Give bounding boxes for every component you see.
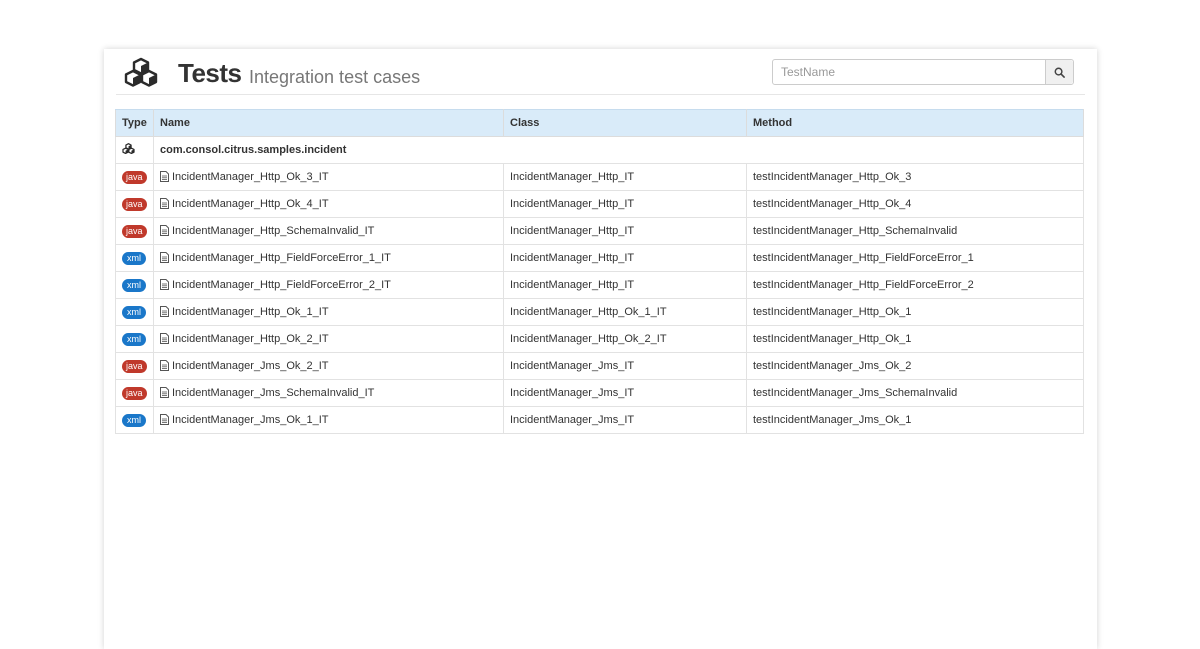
column-header-type[interactable]: Type <box>115 109 154 137</box>
name-cell: IncidentManager_Jms_Ok_1_IT <box>153 406 504 434</box>
class-cell: IncidentManager_Http_IT <box>503 163 747 191</box>
test-name[interactable]: IncidentManager_Http_FieldForceError_2_I… <box>172 279 391 291</box>
type-badge: java <box>122 224 147 238</box>
search-icon <box>1054 67 1065 78</box>
class-cell: IncidentManager_Http_IT <box>503 190 747 218</box>
test-name[interactable]: IncidentManager_Http_Ok_2_IT <box>172 333 329 345</box>
file-icon <box>160 333 169 344</box>
file-icon <box>160 279 169 290</box>
class-cell: IncidentManager_Jms_IT <box>503 379 747 407</box>
type-cell: xml <box>115 271 154 299</box>
file-icon <box>160 171 169 182</box>
type-cell: java <box>115 163 154 191</box>
method-cell: testIncidentManager_Http_Ok_1 <box>746 298 1084 326</box>
package-name: com.consol.citrus.samples.incident <box>153 136 1084 164</box>
table-row[interactable]: xml IncidentManager_Http_Ok_2_IT IncidentM… <box>115 325 1084 353</box>
page-header: Tests Integration test cases <box>116 49 1085 95</box>
type-badge: xml <box>122 332 146 346</box>
tests-panel: Tests Integration test cases Type Name C… <box>104 49 1097 649</box>
class-cell: IncidentManager_Http_Ok_2_IT <box>503 325 747 353</box>
class-cell: IncidentManager_Http_IT <box>503 244 747 272</box>
type-cell: java <box>115 352 154 380</box>
table-row[interactable]: java IncidentManager_Jms_Ok_2_IT IncidentM… <box>115 352 1084 380</box>
type-badge: xml <box>122 413 146 427</box>
table-row[interactable]: java IncidentManager_Http_Ok_4_IT Incident… <box>115 190 1084 218</box>
table-row[interactable]: java IncidentManager_Http_Ok_3_IT Incident… <box>115 163 1084 191</box>
type-cell: xml <box>115 325 154 353</box>
name-cell: IncidentManager_Http_FieldForceError_2_I… <box>153 271 504 299</box>
name-cell: IncidentManager_Http_Ok_3_IT <box>153 163 504 191</box>
name-cell: IncidentManager_Http_Ok_4_IT <box>153 190 504 218</box>
cubes-icon <box>122 143 135 155</box>
method-cell: testIncidentManager_Jms_SchemaInvalid <box>746 379 1084 407</box>
test-name[interactable]: IncidentManager_Jms_SchemaInvalid_IT <box>172 387 374 399</box>
table-row[interactable]: xml IncidentManager_Jms_Ok_1_IT IncidentMa… <box>115 406 1084 434</box>
search-input[interactable] <box>773 60 1045 84</box>
class-cell: IncidentManager_Http_IT <box>503 271 747 299</box>
table-row[interactable]: java IncidentManager_Jms_SchemaInvalid_IT… <box>115 379 1084 407</box>
method-cell: testIncidentManager_Http_FieldForceError… <box>746 244 1084 272</box>
type-badge: java <box>122 359 147 373</box>
type-cell: java <box>115 190 154 218</box>
name-cell: IncidentManager_Jms_SchemaInvalid_IT <box>153 379 504 407</box>
file-icon <box>160 198 169 209</box>
table-header-row: Type Name Class Method <box>115 109 1084 137</box>
tests-table: Type Name Class Method com.consol.citrus… <box>115 109 1084 434</box>
type-cell: xml <box>115 406 154 434</box>
name-cell: IncidentManager_Http_Ok_2_IT <box>153 325 504 353</box>
type-cell: xml <box>115 244 154 272</box>
test-name[interactable]: IncidentManager_Http_FieldForceError_1_I… <box>172 252 391 264</box>
file-icon <box>160 252 169 263</box>
type-badge: java <box>122 197 147 211</box>
name-cell: IncidentManager_Http_SchemaInvalid_IT <box>153 217 504 245</box>
file-icon <box>160 306 169 317</box>
test-name[interactable]: IncidentManager_Http_Ok_1_IT <box>172 306 329 318</box>
method-cell: testIncidentManager_Jms_Ok_1 <box>746 406 1084 434</box>
test-name[interactable]: IncidentManager_Http_Ok_3_IT <box>172 171 329 183</box>
file-icon <box>160 360 169 371</box>
file-icon <box>160 387 169 398</box>
page-title: Tests <box>178 58 242 88</box>
test-name[interactable]: IncidentManager_Jms_Ok_1_IT <box>172 414 329 426</box>
method-cell: testIncidentManager_Http_Ok_1 <box>746 325 1084 353</box>
type-badge: xml <box>122 305 146 319</box>
table-row[interactable]: xml IncidentManager_Http_FieldForceError_… <box>115 244 1084 272</box>
name-cell: IncidentManager_Jms_Ok_2_IT <box>153 352 504 380</box>
type-cell: java <box>115 217 154 245</box>
search-box <box>772 59 1074 85</box>
type-cell: java <box>115 379 154 407</box>
name-cell: IncidentManager_Http_FieldForceError_1_I… <box>153 244 504 272</box>
type-badge: java <box>122 386 147 400</box>
class-cell: IncidentManager_Http_Ok_1_IT <box>503 298 747 326</box>
file-icon <box>160 414 169 425</box>
column-header-class[interactable]: Class <box>503 109 747 137</box>
type-badge: java <box>122 170 147 184</box>
class-cell: IncidentManager_Http_IT <box>503 217 747 245</box>
method-cell: testIncidentManager_Jms_Ok_2 <box>746 352 1084 380</box>
type-badge: xml <box>122 278 146 292</box>
class-cell: IncidentManager_Jms_IT <box>503 406 747 434</box>
table-row[interactable]: xml IncidentManager_Http_FieldForceError_… <box>115 271 1084 299</box>
type-cell: xml <box>115 298 154 326</box>
type-badge: xml <box>122 251 146 265</box>
test-name[interactable]: IncidentManager_Http_SchemaInvalid_IT <box>172 225 374 237</box>
column-header-name[interactable]: Name <box>153 109 504 137</box>
table-row[interactable]: xml IncidentManager_Http_Ok_1_IT IncidentM… <box>115 298 1084 326</box>
method-cell: testIncidentManager_Http_Ok_3 <box>746 163 1084 191</box>
class-cell: IncidentManager_Jms_IT <box>503 352 747 380</box>
package-type-cell <box>115 136 154 164</box>
cubes-icon <box>124 57 158 87</box>
column-header-method[interactable]: Method <box>746 109 1084 137</box>
package-row[interactable]: com.consol.citrus.samples.incident <box>115 136 1084 164</box>
file-icon <box>160 225 169 236</box>
test-name[interactable]: IncidentManager_Http_Ok_4_IT <box>172 198 329 210</box>
page-subtitle: Integration test cases <box>249 67 421 87</box>
table-row[interactable]: java IncidentManager_Http_SchemaInvalid_I… <box>115 217 1084 245</box>
method-cell: testIncidentManager_Http_SchemaInvalid <box>746 217 1084 245</box>
name-cell: IncidentManager_Http_Ok_1_IT <box>153 298 504 326</box>
method-cell: testIncidentManager_Http_Ok_4 <box>746 190 1084 218</box>
test-name[interactable]: IncidentManager_Jms_Ok_2_IT <box>172 360 329 372</box>
method-cell: testIncidentManager_Http_FieldForceError… <box>746 271 1084 299</box>
search-button[interactable] <box>1045 60 1073 84</box>
